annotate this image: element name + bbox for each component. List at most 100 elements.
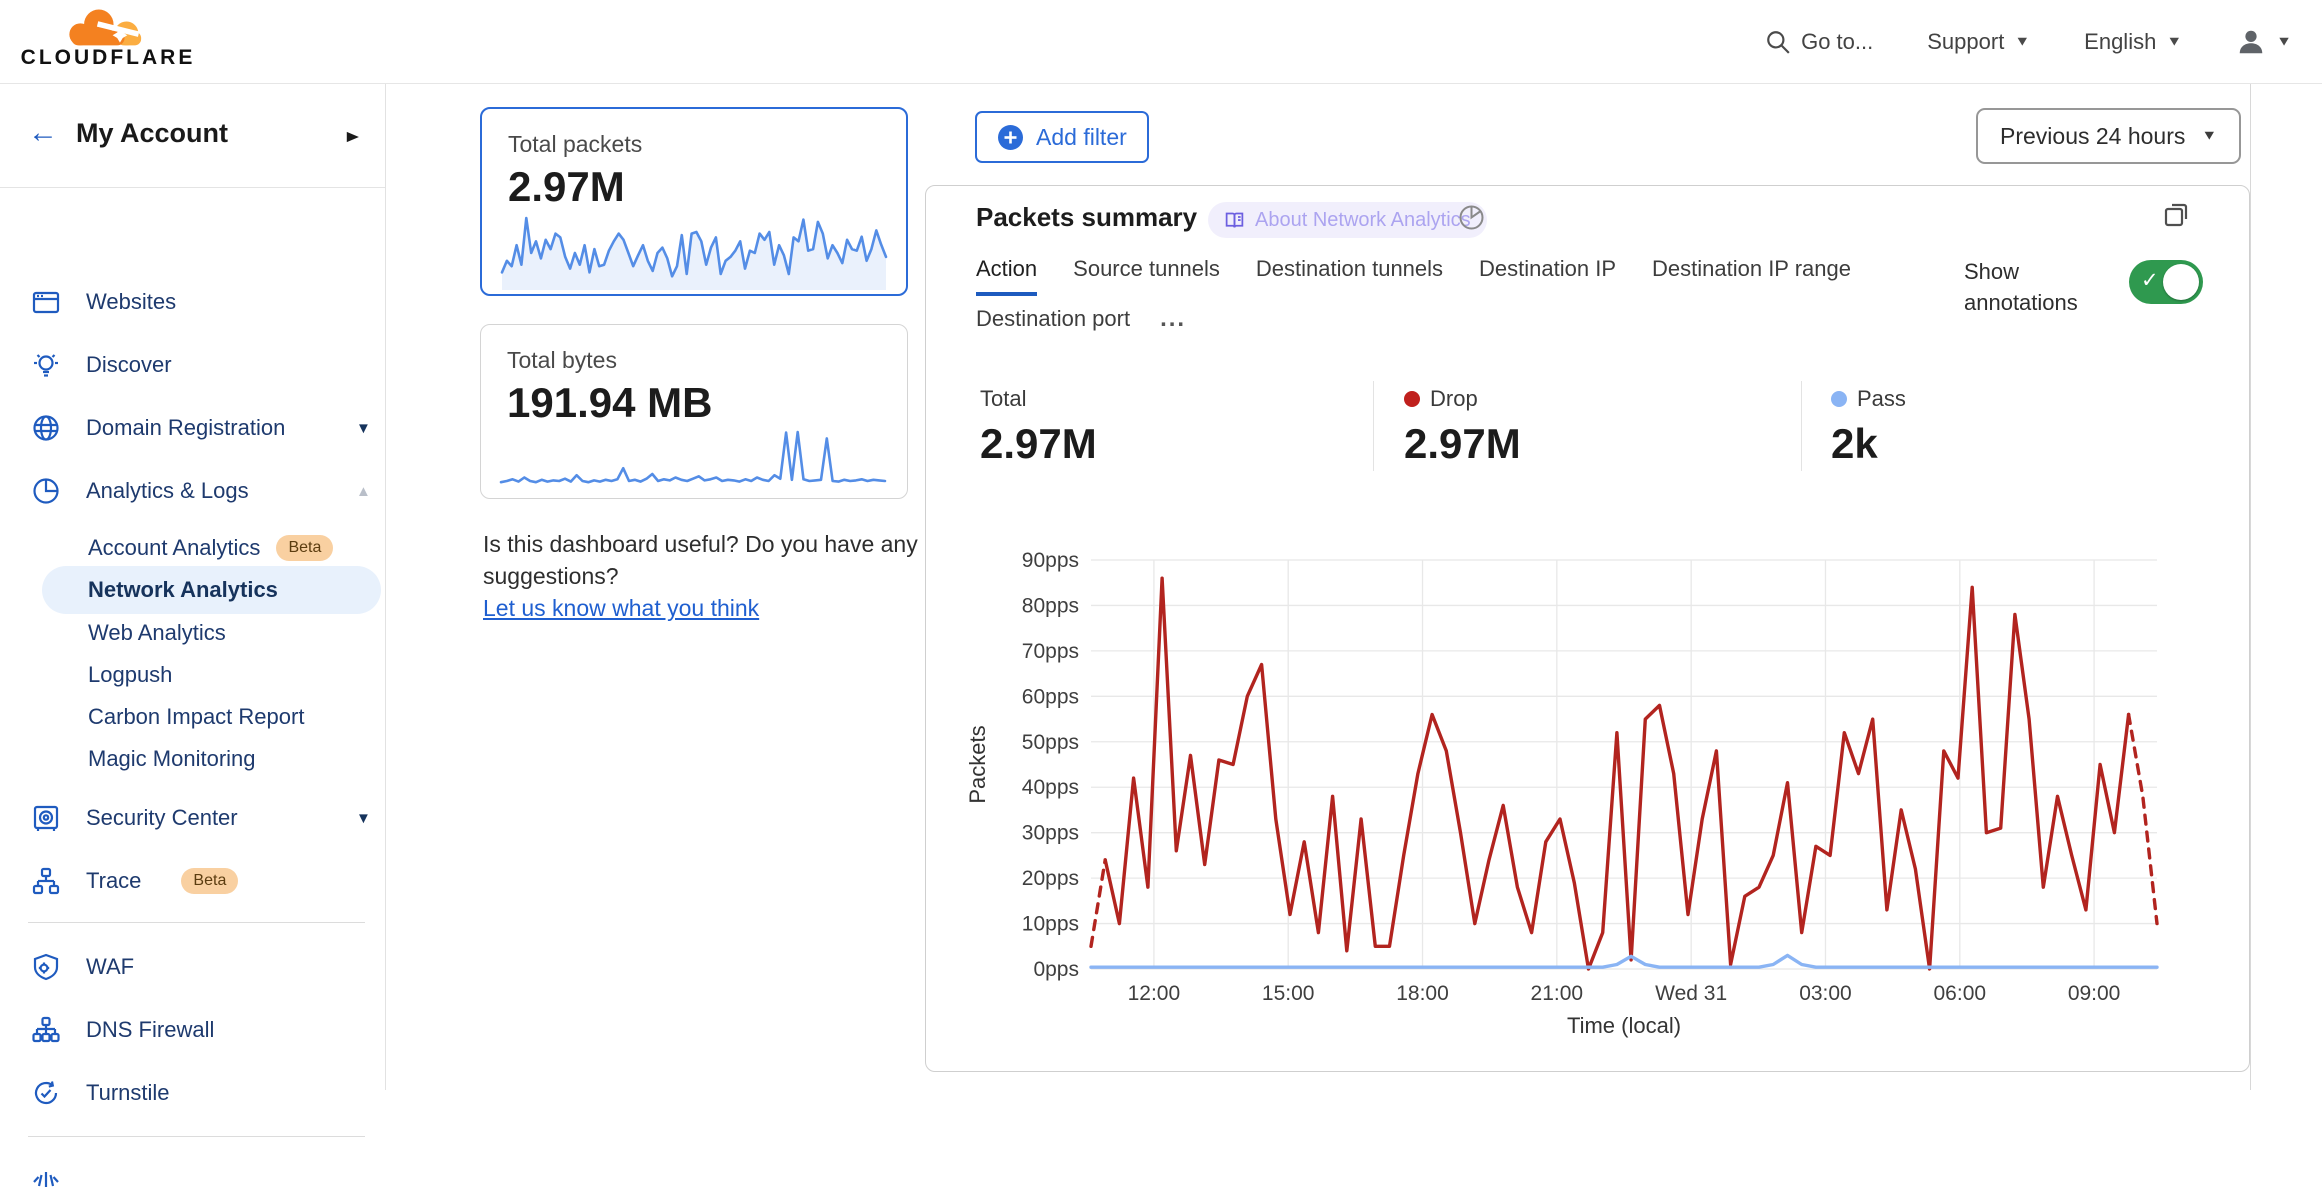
card-value: 191.94 MB [507,379,712,427]
more-tabs-icon[interactable]: ... [1160,305,1186,333]
svg-text:03:00: 03:00 [1799,982,1852,1005]
account-menu[interactable]: ▼ [2236,27,2292,57]
account-title[interactable]: My Account [76,118,228,149]
svg-text:0pps: 0pps [1033,958,1079,981]
svg-text:12:00: 12:00 [1128,982,1181,1005]
sidebar-item-label: WAF [86,954,134,980]
svg-text:30pps: 30pps [1022,822,1079,845]
tab-action[interactable]: Action [976,252,1037,286]
sidebar-item-analytics-logs[interactable]: Analytics & Logs ▲ [30,469,249,513]
sidebar-item-turnstile[interactable]: Turnstile [30,1071,170,1115]
tab-bar-row2: Destination port ... [976,302,1186,336]
total-packets-card[interactable]: Total packets 2.97M [480,107,908,296]
stat-label: Drop [1430,386,1478,412]
sidebar-item-waf[interactable]: WAF [30,945,134,989]
chevron-right-icon[interactable]: ▶ [347,128,359,145]
sidebar-item-label: Network Analytics [88,577,278,603]
sidebar-item-label: Magic Monitoring [88,746,256,772]
tab-source-tunnels[interactable]: Source tunnels [1073,252,1220,286]
sidebar-item-label: Web Analytics [88,620,226,646]
svg-text:60pps: 60pps [1022,685,1079,708]
stat-divider [1373,381,1374,471]
cloudflare-cloud-icon [60,4,156,50]
tab-destination-tunnels[interactable]: Destination tunnels [1256,252,1443,286]
cloudflare-logo[interactable]: CLOUDFLARE [18,4,198,70]
sidebar-divider [28,1136,365,1137]
goto-label: Go to... [1801,29,1873,55]
sidebar-item-label: Analytics & Logs [86,478,249,504]
show-annotations-toggle[interactable]: ✓ [2129,260,2203,304]
sidebar-item-dns-firewall[interactable]: DNS Firewall [30,1008,214,1052]
stat-value: 2.97M [1404,420,1521,468]
sidebar-item-label: Discover [86,352,172,378]
sidebar-item-label: Security Center [86,805,238,831]
back-arrow-icon[interactable]: ← [28,116,58,150]
sidebar-item-label: Account Analytics [88,535,260,561]
expand-icon[interactable] [2163,200,2191,228]
total-bytes-sparkline [499,427,887,491]
lightbulb-icon [30,349,62,381]
svg-text:10pps: 10pps [1022,913,1079,936]
svg-text:40pps: 40pps [1022,776,1079,799]
sidebar-item-account-analytics[interactable]: Account Analytics Beta [88,530,333,566]
drop-legend-dot [1404,391,1420,407]
language-menu[interactable]: English ▼ [2084,29,2182,55]
time-range-select[interactable]: Previous 24 hours ▼ [1976,108,2241,164]
chevron-down-icon: ▼ [2166,34,2182,49]
show-annotations-label: Show annotations [1964,256,2104,318]
language-label: English [2084,29,2156,55]
add-filter-button[interactable]: Add filter [975,111,1149,163]
sidebar-item-label: Websites [86,289,176,315]
feedback-block: Is this dashboard useful? Do you have an… [483,528,923,624]
stat-divider [1801,381,1802,471]
pie-chart-icon [30,475,62,507]
burst-icon [30,1162,62,1194]
stat-total: Total 2.97M [980,386,1097,468]
search-icon [1765,29,1791,55]
goto-search[interactable]: Go to... [1765,29,1873,55]
tab-destination-ip-range[interactable]: Destination IP range [1652,252,1851,286]
sidebar-item-magic-monitoring[interactable]: Magic Monitoring [88,741,256,777]
svg-text:Time (local): Time (local) [1567,1013,1681,1038]
svg-text:20pps: 20pps [1022,867,1079,890]
logo-wordmark: CLOUDFLARE [18,46,198,70]
total-bytes-card[interactable]: Total bytes 191.94 MB [480,324,908,499]
sidebar-item-carbon-impact-report[interactable]: Carbon Impact Report [88,699,304,735]
sidebar-item-trace[interactable]: Trace Beta [30,859,238,903]
card-value: 2.97M [508,163,625,211]
sidebar-item-websites[interactable]: Websites [30,280,176,324]
sidebar-item-discover[interactable]: Discover [30,343,172,387]
feedback-link[interactable]: Let us know what you think [483,595,759,621]
sidebar: ← My Account ▶ Websites Discover Domain [0,84,386,1090]
pass-legend-dot [1831,391,1847,407]
tab-bar: Action Source tunnels Destination tunnel… [976,252,1851,286]
sidebar-item-logpush[interactable]: Logpush [88,657,172,693]
plus-circle-icon [997,124,1024,151]
stat-label: Total [980,386,1097,412]
top-bar: CLOUDFLARE Go to... Support ▼ English ▼ … [0,0,2322,84]
svg-text:Packets: Packets [965,725,990,803]
toggle-knob [2163,264,2199,300]
sidebar-item-security-center[interactable]: Security Center ▼ [30,796,238,840]
time-travel-icon[interactable] [1458,204,1485,231]
sidebar-item-partial[interactable] [30,1156,62,1200]
stat-value: 2k [1831,420,1906,468]
user-icon [2236,27,2266,57]
sidebar-item-domain-registration[interactable]: Domain Registration ▼ [30,406,285,450]
safe-icon [30,802,62,834]
panel-title: Packets summary [976,202,1197,233]
about-network-analytics-badge[interactable]: About Network Analytics [1208,202,1487,238]
tab-destination-ip[interactable]: Destination IP [1479,252,1616,286]
chevron-down-icon: ▼ [2201,128,2217,143]
svg-text:Wed 31: Wed 31 [1655,982,1727,1005]
card-title: Total bytes [507,347,617,374]
sidebar-item-web-analytics[interactable]: Web Analytics [88,615,226,651]
support-menu[interactable]: Support ▼ [1927,29,2030,55]
shield-gear-icon [30,951,62,983]
svg-text:06:00: 06:00 [1934,982,1987,1005]
chevron-down-icon: ▼ [2014,34,2030,49]
sidebar-item-label: Logpush [88,662,172,688]
tab-destination-port[interactable]: Destination port [976,302,1130,336]
browser-icon [30,286,62,318]
sidebar-item-network-analytics[interactable]: Network Analytics [42,566,381,614]
